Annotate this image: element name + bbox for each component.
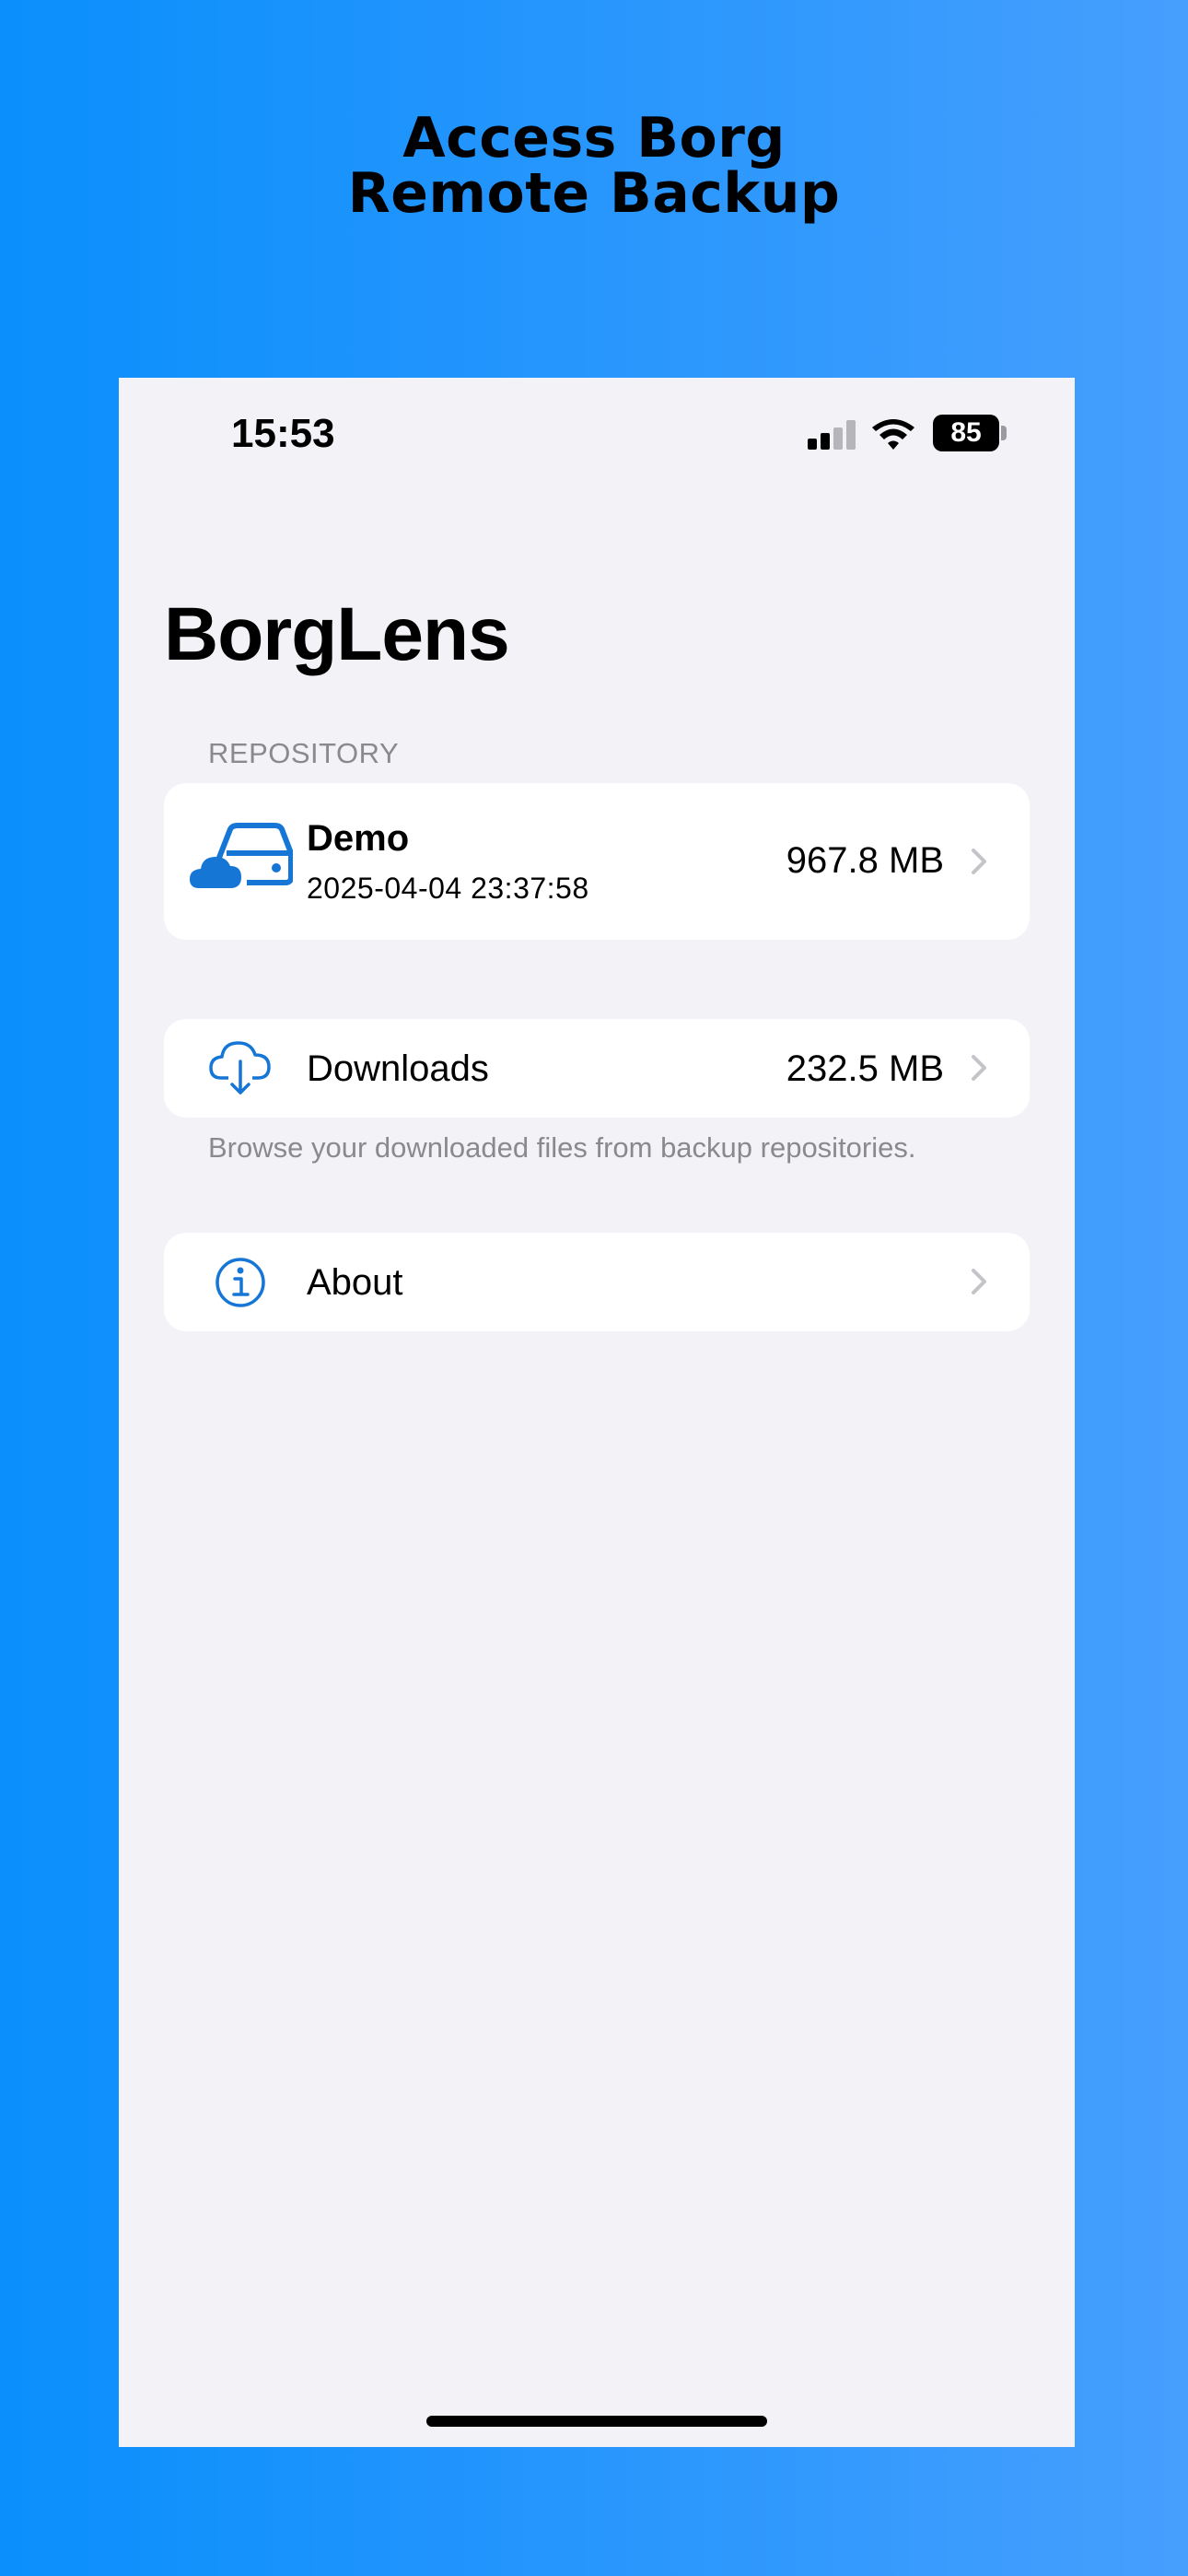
downloads-row[interactable]: Downloads 232.5 MB: [164, 1019, 1030, 1118]
repository-date: 2025-04-04 23:37:58: [307, 872, 589, 905]
repository-size: 967.8 MB: [786, 840, 944, 881]
home-indicator[interactable]: [426, 2416, 767, 2427]
about-label: About: [307, 1262, 403, 1303]
phone-screen: 15:53 85 BorgLens REPOSITORY Demo 2025-0…: [119, 378, 1075, 2447]
chevron-right-icon: [972, 1055, 986, 1081]
repository-row-demo[interactable]: Demo 2025-04-04 23:37:58 967.8 MB: [164, 783, 1030, 940]
battery-indicator: 85: [933, 415, 999, 451]
about-row[interactable]: About: [164, 1233, 1030, 1331]
cellular-signal-icon: [808, 420, 857, 450]
downloads-size: 232.5 MB: [786, 1048, 944, 1089]
battery-cap: [1001, 426, 1007, 440]
repository-name: Demo: [307, 818, 410, 859]
info-circle-icon: [215, 1258, 265, 1307]
chevron-right-icon: [972, 849, 986, 874]
cloud-download-icon: [209, 1041, 271, 1095]
status-bar-time: 15:53: [231, 411, 335, 456]
downloads-label: Downloads: [307, 1048, 489, 1089]
wifi-icon: [872, 419, 914, 450]
page-title: BorgLens: [164, 592, 510, 676]
promo-headline-line1: Access Borg: [402, 106, 786, 170]
repository-section-header: REPOSITORY: [208, 737, 400, 769]
cloud-drive-icon: [190, 823, 293, 888]
promo-headline: Access Borg Remote Backup: [0, 111, 1188, 221]
downloads-footer-note: Browse your downloaded files from backup…: [208, 1131, 916, 1164]
promo-headline-line2: Remote Backup: [347, 161, 841, 226]
chevron-right-icon: [972, 1269, 986, 1294]
